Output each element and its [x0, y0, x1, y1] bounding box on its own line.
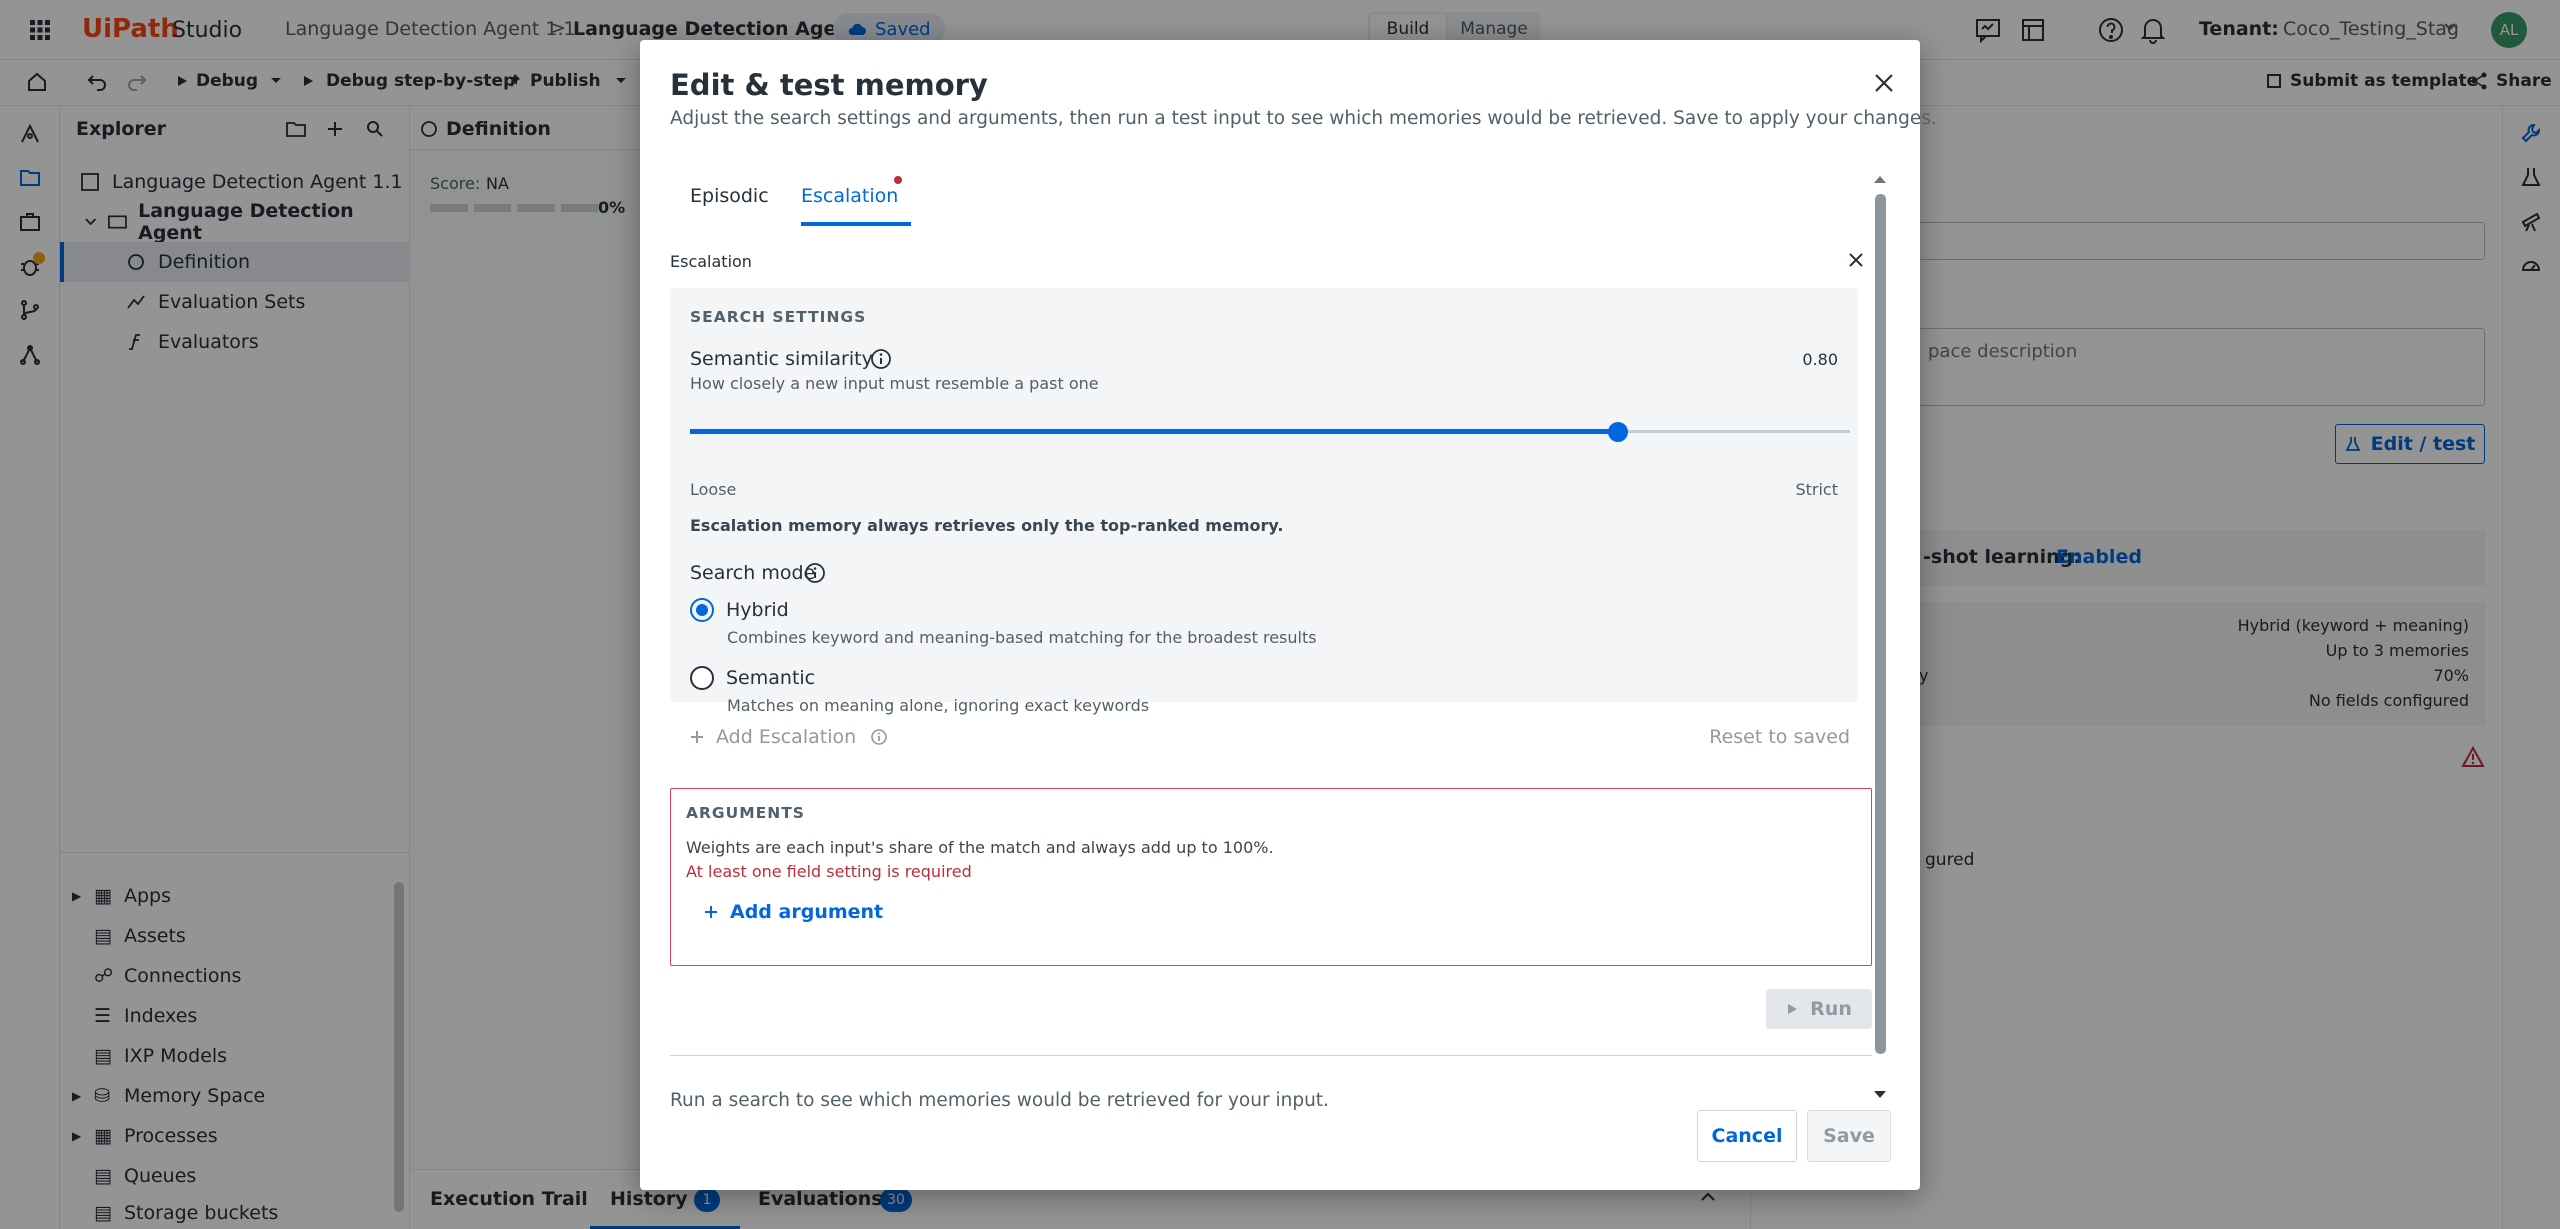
slider-min-label: Loose: [690, 480, 737, 499]
save-button[interactable]: Save: [1807, 1110, 1891, 1162]
plus-icon: [691, 731, 703, 743]
arguments-error: At least one field setting is required: [686, 862, 972, 881]
close-icon[interactable]: [1873, 72, 1895, 94]
active-tab-underline: [801, 222, 911, 226]
remove-section-close-icon[interactable]: [1848, 252, 1864, 268]
run-button[interactable]: Run: [1766, 989, 1872, 1029]
slider-max-label: Strict: [1795, 480, 1838, 499]
tab-episodic[interactable]: Episodic: [690, 185, 769, 207]
results-hint: Run a search to see which memories would…: [670, 1090, 1329, 1110]
play-icon: [1788, 1004, 1798, 1014]
slider-fill: [690, 429, 1618, 434]
radio-selected-icon: [690, 598, 714, 622]
add-escalation-button[interactable]: Add Escalation: [690, 726, 888, 748]
similarity-value: 0.80: [1802, 350, 1838, 369]
similarity-slider[interactable]: [690, 422, 1850, 442]
radio-semantic[interactable]: Semantic: [690, 666, 815, 690]
section-label: Escalation: [670, 252, 752, 271]
similarity-description: How closely a new input must resemble a …: [690, 374, 1099, 393]
search-mode-label: Search mode: [690, 562, 816, 584]
scroll-up-arrow[interactable]: [1873, 174, 1887, 184]
escalation-note: Escalation memory always retrieves only …: [690, 516, 1284, 535]
dialog-title: Edit & test memory: [670, 68, 988, 102]
radio-unselected-icon: [690, 666, 714, 690]
search-settings-panel: SEARCH SETTINGS Semantic similarity 0.80…: [670, 288, 1858, 715]
info-icon: [871, 729, 887, 745]
tab-escalation[interactable]: Escalation: [801, 185, 898, 207]
info-icon[interactable]: [870, 348, 892, 370]
radio-hybrid[interactable]: Hybrid: [690, 598, 789, 622]
results-hint-clip: Run a search to see which memories would…: [670, 1088, 1840, 1110]
cancel-button[interactable]: Cancel: [1697, 1110, 1797, 1162]
unsaved-dot: [894, 176, 902, 184]
arguments-heading: ARGUMENTS: [686, 804, 805, 822]
hybrid-description: Combines keyword and meaning-based match…: [727, 628, 1317, 647]
info-icon[interactable]: [804, 562, 826, 584]
slider-thumb[interactable]: [1608, 422, 1628, 442]
results-divider: [670, 1055, 1872, 1056]
dialog-subtitle: Adjust the search settings and arguments…: [670, 108, 1937, 129]
similarity-label: Semantic similarity: [690, 348, 873, 370]
scroll-down-arrow[interactable]: [1873, 1090, 1887, 1100]
dialog-scrollbar-thumb[interactable]: [1875, 194, 1886, 1054]
arguments-section: ARGUMENTS Weights are each input's share…: [670, 788, 1872, 966]
plus-icon: [705, 906, 717, 918]
reset-to-saved-button[interactable]: Reset to saved: [1709, 726, 1850, 748]
search-settings-heading: SEARCH SETTINGS: [690, 308, 867, 326]
semantic-description: Matches on meaning alone, ignoring exact…: [727, 696, 1150, 715]
edit-test-memory-dialog: Edit & test memory Adjust the search set…: [640, 40, 1937, 1190]
arguments-description: Weights are each input's share of the ma…: [686, 838, 1274, 857]
add-argument-button[interactable]: Add argument: [704, 901, 883, 923]
